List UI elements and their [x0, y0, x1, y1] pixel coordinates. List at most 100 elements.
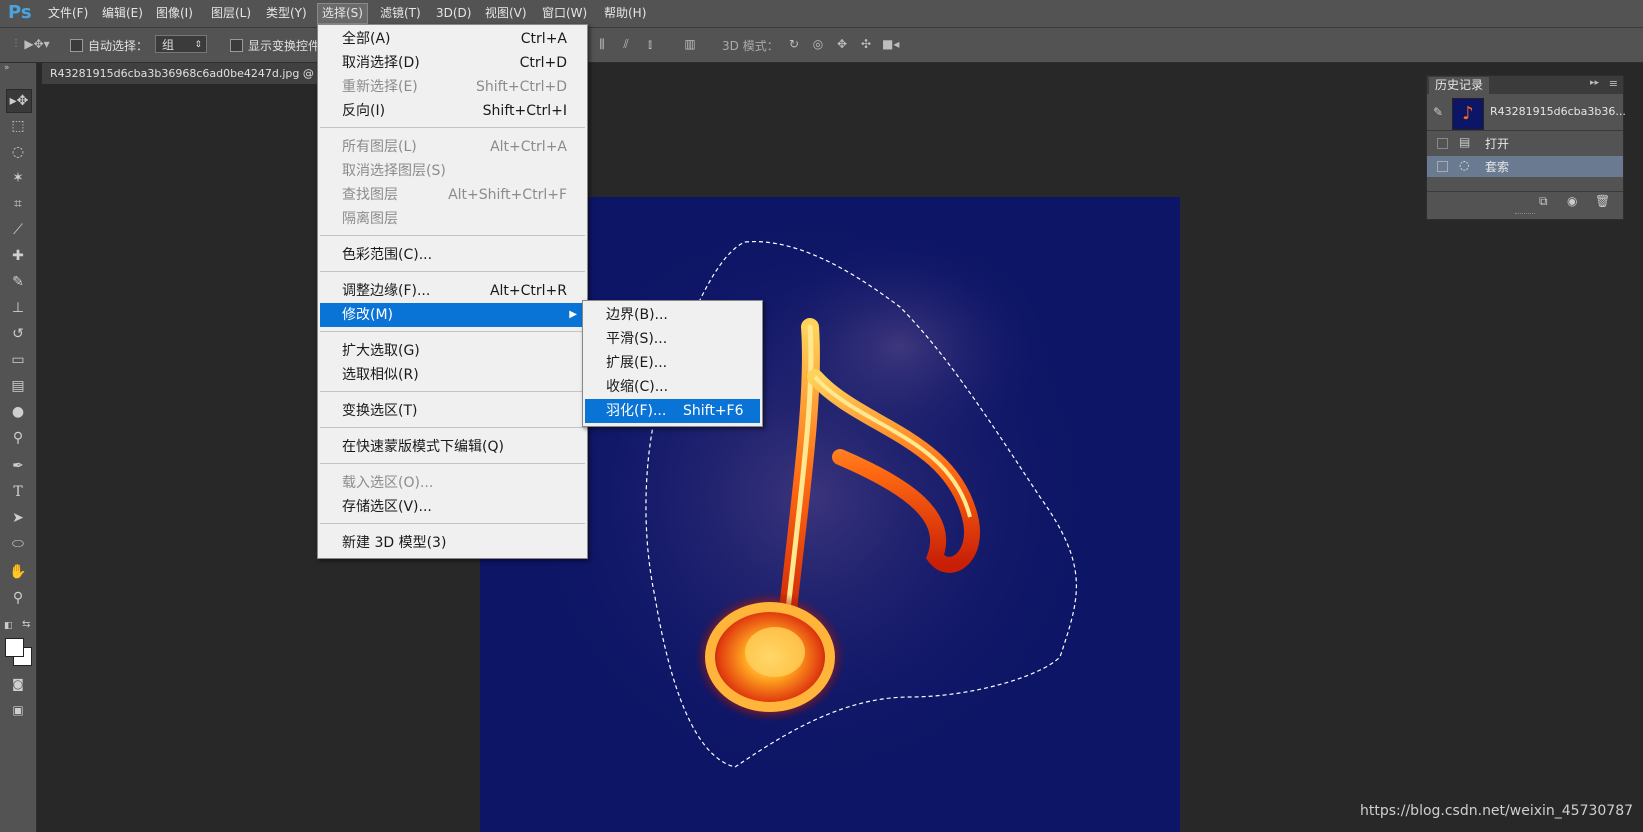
- chevron-updown-icon: ⇕: [194, 40, 202, 50]
- menu-type[interactable]: 类型(Y): [262, 4, 311, 23]
- 3d-pan-icon[interactable]: ✥: [834, 37, 850, 51]
- history-source-checkbox[interactable]: [1437, 161, 1448, 172]
- history-tab[interactable]: 历史记录: [1429, 77, 1490, 94]
- menu-item-deselect-layers[interactable]: 取消选择图层(S): [320, 159, 585, 183]
- submenu-item-smooth[interactable]: 平滑(S)...: [585, 327, 760, 351]
- submenu-item-contract[interactable]: 收缩(C)...: [585, 375, 760, 399]
- options-bar: ⋮ ▶✥▾ 自动选择： 组 ⇕ 显示变换控件 ⫼ ⫽ ⫾ ▥ 3D 模式： ↻ ◎…: [0, 28, 1643, 63]
- menu-separator: [320, 271, 585, 272]
- menu-item-save-selection[interactable]: 存储选区(V)...: [320, 495, 585, 519]
- history-source-checkbox[interactable]: [1437, 138, 1448, 149]
- lasso-icon: ◌: [1459, 158, 1470, 172]
- submenu-item-expand[interactable]: 扩展(E)...: [585, 351, 760, 375]
- eyedropper-tool-icon[interactable]: ⟋: [6, 219, 30, 241]
- menu-item-isolate-layers[interactable]: 隔离图层: [320, 207, 585, 231]
- foreground-color-swatch[interactable]: [5, 638, 24, 657]
- blur-tool-icon[interactable]: ●: [6, 401, 30, 423]
- menu-window[interactable]: 窗口(W): [538, 4, 591, 23]
- menu-item-select-all[interactable]: 全部(A) Ctrl+A: [320, 27, 585, 51]
- 3d-scale-icon[interactable]: ■◂: [882, 37, 899, 51]
- submenu-item-border[interactable]: 边界(B)...: [585, 303, 760, 327]
- menu-item-grow[interactable]: 扩大选取(G): [320, 339, 585, 363]
- watermark: https://blog.csdn.net/weixin_45730787: [1360, 803, 1634, 819]
- move-tool-icon[interactable]: ▸✥: [6, 89, 32, 113]
- swap-colors-icon[interactable]: ⇆: [22, 619, 30, 630]
- menu-view[interactable]: 视图(V): [481, 4, 531, 23]
- menu-select[interactable]: 选择(S): [317, 3, 368, 24]
- history-step-lasso[interactable]: ◌ 套索: [1427, 156, 1623, 177]
- menu-separator: [320, 427, 585, 428]
- gradient-tool-icon[interactable]: ▤: [6, 375, 30, 397]
- history-panel-header: 历史记录 ▸▸ ≡: [1427, 76, 1623, 94]
- move-tool-preset-icon[interactable]: ▶✥▾: [22, 37, 52, 51]
- eraser-tool-icon[interactable]: ▭: [6, 349, 30, 371]
- shape-tool-icon[interactable]: ⬭: [6, 533, 30, 555]
- menu-image[interactable]: 图像(I): [152, 4, 197, 23]
- menu-item-new-3d-model[interactable]: 新建 3D 模型(3): [320, 531, 585, 555]
- marquee-tool-icon[interactable]: ⬚: [6, 115, 30, 137]
- healing-brush-tool-icon[interactable]: ✚: [6, 245, 30, 267]
- dodge-tool-icon[interactable]: ⚲: [6, 427, 30, 449]
- 3d-roll-icon[interactable]: ◎: [810, 37, 826, 51]
- document-tab[interactable]: R43281915d6cba3b36968c6ad0be4247d.jpg @: [42, 63, 317, 84]
- type-tool-icon[interactable]: T: [6, 481, 30, 503]
- submenu-arrow-icon: ▶: [569, 309, 577, 320]
- lasso-tool-icon[interactable]: ◌: [6, 141, 30, 163]
- default-colors-icon[interactable]: ◧: [4, 621, 13, 631]
- menu-item-deselect[interactable]: 取消选择(D) Ctrl+D: [320, 51, 585, 75]
- hand-tool-icon[interactable]: ✋: [6, 561, 30, 583]
- crop-tool-icon[interactable]: ⌗: [6, 193, 30, 215]
- camera-icon[interactable]: ◉: [1567, 194, 1577, 208]
- align-right-icon[interactable]: ⫾: [642, 37, 658, 51]
- menu-item-reselect[interactable]: 重新选择(E) Shift+Ctrl+D: [320, 75, 585, 99]
- menu-help[interactable]: 帮助(H): [600, 4, 650, 23]
- show-transform-checkbox[interactable]: [230, 39, 243, 52]
- menu-filter[interactable]: 滤镜(T): [376, 4, 425, 23]
- menu-item-load-selection[interactable]: 载入选区(O)...: [320, 471, 585, 495]
- select-menu-dropdown: 全部(A) Ctrl+A 取消选择(D) Ctrl+D 重新选择(E) Shift+C…: [317, 24, 588, 559]
- menu-item-modify[interactable]: 修改(M) ▶: [320, 303, 585, 327]
- menu-item-refine-edge[interactable]: 调整边缘(F)... Alt+Ctrl+R: [320, 279, 585, 303]
- 3d-rotate-icon[interactable]: ↻: [786, 37, 802, 51]
- left-panel-collapse-icon[interactable]: »: [4, 63, 16, 73]
- zoom-tool-icon[interactable]: ⚲: [6, 587, 30, 609]
- menu-separator: [320, 463, 585, 464]
- screen-mode-icon[interactable]: ▣: [6, 699, 30, 721]
- panel-menu-icon[interactable]: ≡: [1609, 77, 1618, 90]
- menu-item-similar[interactable]: 选取相似(R): [320, 363, 585, 387]
- auto-select-label: 自动选择：: [88, 39, 149, 53]
- auto-select-checkbox[interactable]: [70, 39, 83, 52]
- stamp-tool-icon[interactable]: ⊥: [6, 297, 30, 319]
- menu-file[interactable]: 文件(F): [44, 4, 92, 23]
- snapshot-thumbnail: ♪: [1452, 98, 1484, 130]
- menu-item-quick-mask[interactable]: 在快速蒙版模式下编辑(Q): [320, 435, 585, 459]
- history-brush-tool-icon[interactable]: ↺: [6, 323, 30, 345]
- document-icon: ▤: [1459, 135, 1471, 149]
- menu-3d[interactable]: 3D(D): [432, 4, 475, 23]
- align-vcenter-icon[interactable]: ⫽: [618, 37, 634, 51]
- magic-wand-tool-icon[interactable]: ✶: [6, 167, 30, 189]
- menu-item-inverse[interactable]: 反向(I) Shift+Ctrl+I: [320, 99, 585, 123]
- align-hcenter-icon[interactable]: ⫼: [594, 37, 610, 51]
- menu-item-color-range[interactable]: 色彩范围(C)...: [320, 243, 585, 267]
- auto-align-icon[interactable]: ▥: [682, 37, 698, 51]
- menu-edit[interactable]: 编辑(E): [98, 4, 147, 23]
- path-selection-tool-icon[interactable]: ➤: [6, 507, 30, 529]
- pen-tool-icon[interactable]: ✒: [6, 455, 30, 477]
- history-snapshot[interactable]: ✎ ♪ R43281915d6cba3b36...: [1427, 96, 1626, 131]
- history-brush-source-icon[interactable]: ✎: [1433, 105, 1443, 119]
- menu-item-find-layers[interactable]: 查找图层 Alt+Shift+Ctrl+F: [320, 183, 585, 207]
- trash-icon[interactable]: 🗑: [1595, 194, 1610, 208]
- brush-tool-icon[interactable]: ✎: [6, 271, 30, 293]
- menu-item-all-layers[interactable]: 所有图层(L) Alt+Ctrl+A: [320, 135, 585, 159]
- menu-item-transform-selection[interactable]: 变换选区(T): [320, 399, 585, 423]
- 3d-slide-icon[interactable]: ✣: [858, 37, 874, 51]
- resize-grip[interactable]: [1515, 213, 1535, 216]
- auto-select-dropdown[interactable]: 组 ⇕: [155, 35, 207, 53]
- new-document-from-state-icon[interactable]: ⧉: [1539, 194, 1548, 209]
- submenu-item-feather[interactable]: 羽化(F)... Shift+F6: [585, 399, 760, 423]
- panel-collapse-icon[interactable]: ▸▸: [1590, 78, 1599, 88]
- menu-layer[interactable]: 图层(L): [207, 4, 255, 23]
- quick-mask-icon[interactable]: ◙: [6, 673, 30, 695]
- history-step-open[interactable]: ▤ 打开: [1427, 133, 1623, 154]
